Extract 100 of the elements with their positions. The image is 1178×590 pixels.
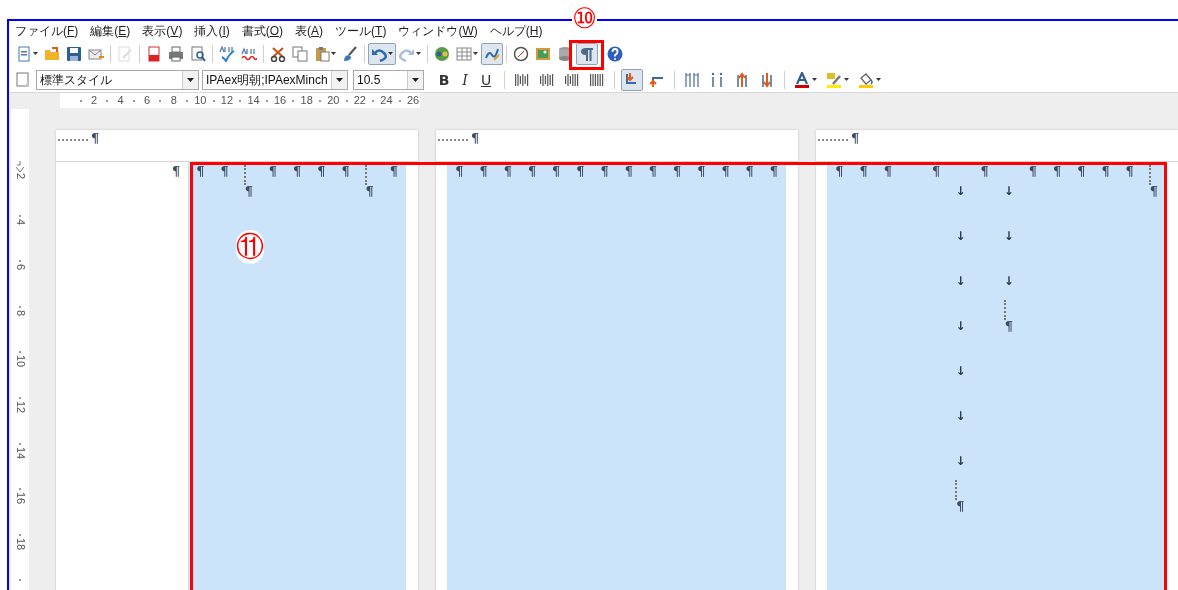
- align-right-icon: [564, 71, 580, 88]
- save-icon: [66, 46, 82, 62]
- leader-line: [1148, 165, 1151, 185]
- ruler-number: 18: [14, 537, 26, 550]
- ruler-number: 14: [246, 93, 261, 109]
- align-left-icon: [514, 71, 530, 88]
- paragraph-mark: ¶: [721, 165, 730, 179]
- bold-button[interactable]: B: [435, 69, 453, 90]
- leader-line: [818, 139, 848, 141]
- document-icon: [16, 46, 32, 62]
- dropdown-icon[interactable]: [412, 77, 419, 82]
- clipboard-icon: [314, 46, 330, 62]
- menu-item[interactable]: ヘルプ(H): [489, 22, 543, 40]
- undo-icon: [371, 46, 387, 62]
- menu-item[interactable]: ツール(T): [335, 22, 387, 40]
- drawing-icon: [484, 46, 500, 62]
- paragraph-mark: ¶: [1053, 165, 1062, 179]
- paragraph-mark: ¶: [196, 165, 205, 179]
- leader-line: [364, 165, 367, 185]
- ruler-number: 2: [14, 173, 26, 180]
- paragraph-mark: ¶: [389, 165, 399, 179]
- copy-icon: [292, 46, 308, 62]
- tab-mark: ↓: [955, 274, 966, 288]
- scissors-icon: [270, 46, 286, 62]
- formatting-marks-button[interactable]: [576, 43, 598, 65]
- paintbrush-icon: [342, 46, 358, 62]
- dropdown-icon[interactable]: [416, 52, 421, 56]
- menu-item[interactable]: ファイル(F): [15, 22, 79, 40]
- menu-item[interactable]: 書式(O): [241, 22, 284, 40]
- dropdown-icon[interactable]: [187, 77, 194, 82]
- ruler-number: 4: [14, 218, 26, 225]
- dropdown-icon[interactable]: [336, 77, 343, 82]
- paragraph-mark: ¶: [673, 165, 682, 179]
- paragraph-mark: ¶: [600, 165, 609, 179]
- paragraph-mark: ¶: [697, 165, 706, 179]
- paint-bucket-icon: [858, 71, 874, 88]
- tab-mark: ↓: [955, 364, 966, 378]
- redo-icon: [399, 46, 415, 62]
- ruler-number: 10: [14, 355, 26, 368]
- pilcrow-icon: [579, 46, 595, 62]
- paragraph-mark: ¶: [1149, 185, 1159, 199]
- tab-mark: ↓: [1003, 184, 1014, 198]
- dropdown-icon[interactable]: [33, 52, 38, 56]
- help-icon: [607, 46, 623, 62]
- justify-icon: [589, 71, 605, 88]
- paragraph-mark: ¶: [956, 500, 965, 514]
- leader-line: [1003, 300, 1006, 320]
- paragraph-mark: ¶: [455, 165, 464, 179]
- tab-mark: ↓: [955, 454, 966, 468]
- menu-item[interactable]: 表示(V): [142, 22, 183, 40]
- compass-icon: [513, 46, 529, 62]
- paragraph-mark: ¶: [851, 132, 860, 146]
- drawing-button[interactable]: [481, 43, 503, 65]
- dropdown-icon[interactable]: [388, 52, 393, 56]
- dropdown-icon[interactable]: [812, 77, 817, 82]
- spelling-icon: [219, 46, 235, 62]
- menu-item[interactable]: 編集(E): [90, 22, 131, 40]
- ruler-number: 24: [379, 93, 394, 109]
- italic-button[interactable]: I: [456, 69, 474, 90]
- paragraph-mark: ¶: [1077, 165, 1086, 179]
- ruler-number: 16: [14, 492, 26, 505]
- paragraph-mark: ¶: [1028, 165, 1038, 179]
- paragraph-mark: ¶: [1004, 320, 1013, 334]
- ruler-number: 12: [220, 93, 234, 109]
- paragraph-mark: ¶: [365, 185, 374, 199]
- dropdown-icon[interactable]: [331, 52, 336, 56]
- undo-button[interactable]: [368, 43, 396, 65]
- paragraph-mark: ¶: [341, 165, 350, 179]
- paragraph-mark: ¶: [980, 165, 989, 179]
- paragraph-style-dropdown[interactable]: 標準スタイル: [36, 69, 199, 90]
- paragraph-mark: ¶: [471, 132, 480, 146]
- table-icon: [456, 46, 472, 62]
- ruler-number: 6: [143, 93, 152, 109]
- printer-icon: [168, 46, 184, 62]
- leader-line: [58, 139, 88, 141]
- tab-mark: ↓: [1003, 229, 1014, 243]
- dropdown-icon[interactable]: [844, 77, 849, 82]
- font-color-icon: [794, 71, 810, 88]
- paragraph-mark: ¶: [883, 165, 892, 179]
- menu-item[interactable]: 表(A): [295, 22, 324, 40]
- underline-button[interactable]: U: [477, 69, 495, 90]
- font-name-dropdown[interactable]: IPAex明朝;IPAexMinch: [202, 69, 348, 90]
- paragraph-mark: ¶: [479, 165, 488, 179]
- picture-icon: [535, 46, 551, 62]
- dropdown-icon[interactable]: [473, 52, 478, 56]
- paragraph-mark: ¶: [769, 165, 779, 179]
- paragraph-mark: ¶: [932, 165, 941, 179]
- edit-document-icon: [117, 46, 133, 62]
- paragraph-mark: ¶: [220, 165, 229, 179]
- ruler-number: 16: [273, 93, 287, 109]
- indent-marker-icon[interactable]: [15, 161, 25, 173]
- menu-item[interactable]: 挿入(I): [194, 22, 230, 40]
- menu-item[interactable]: ウィンドウ(W): [398, 22, 478, 40]
- paragraph-mark: ¶: [317, 165, 326, 179]
- spacing-icon: [709, 71, 725, 88]
- paragraph-mark: ¶: [293, 165, 302, 179]
- dropdown-icon[interactable]: [876, 77, 881, 82]
- paragraph-mark: ¶: [91, 132, 100, 146]
- text-direction-button[interactable]: [621, 68, 643, 91]
- font-size-dropdown[interactable]: 10.5: [353, 69, 424, 90]
